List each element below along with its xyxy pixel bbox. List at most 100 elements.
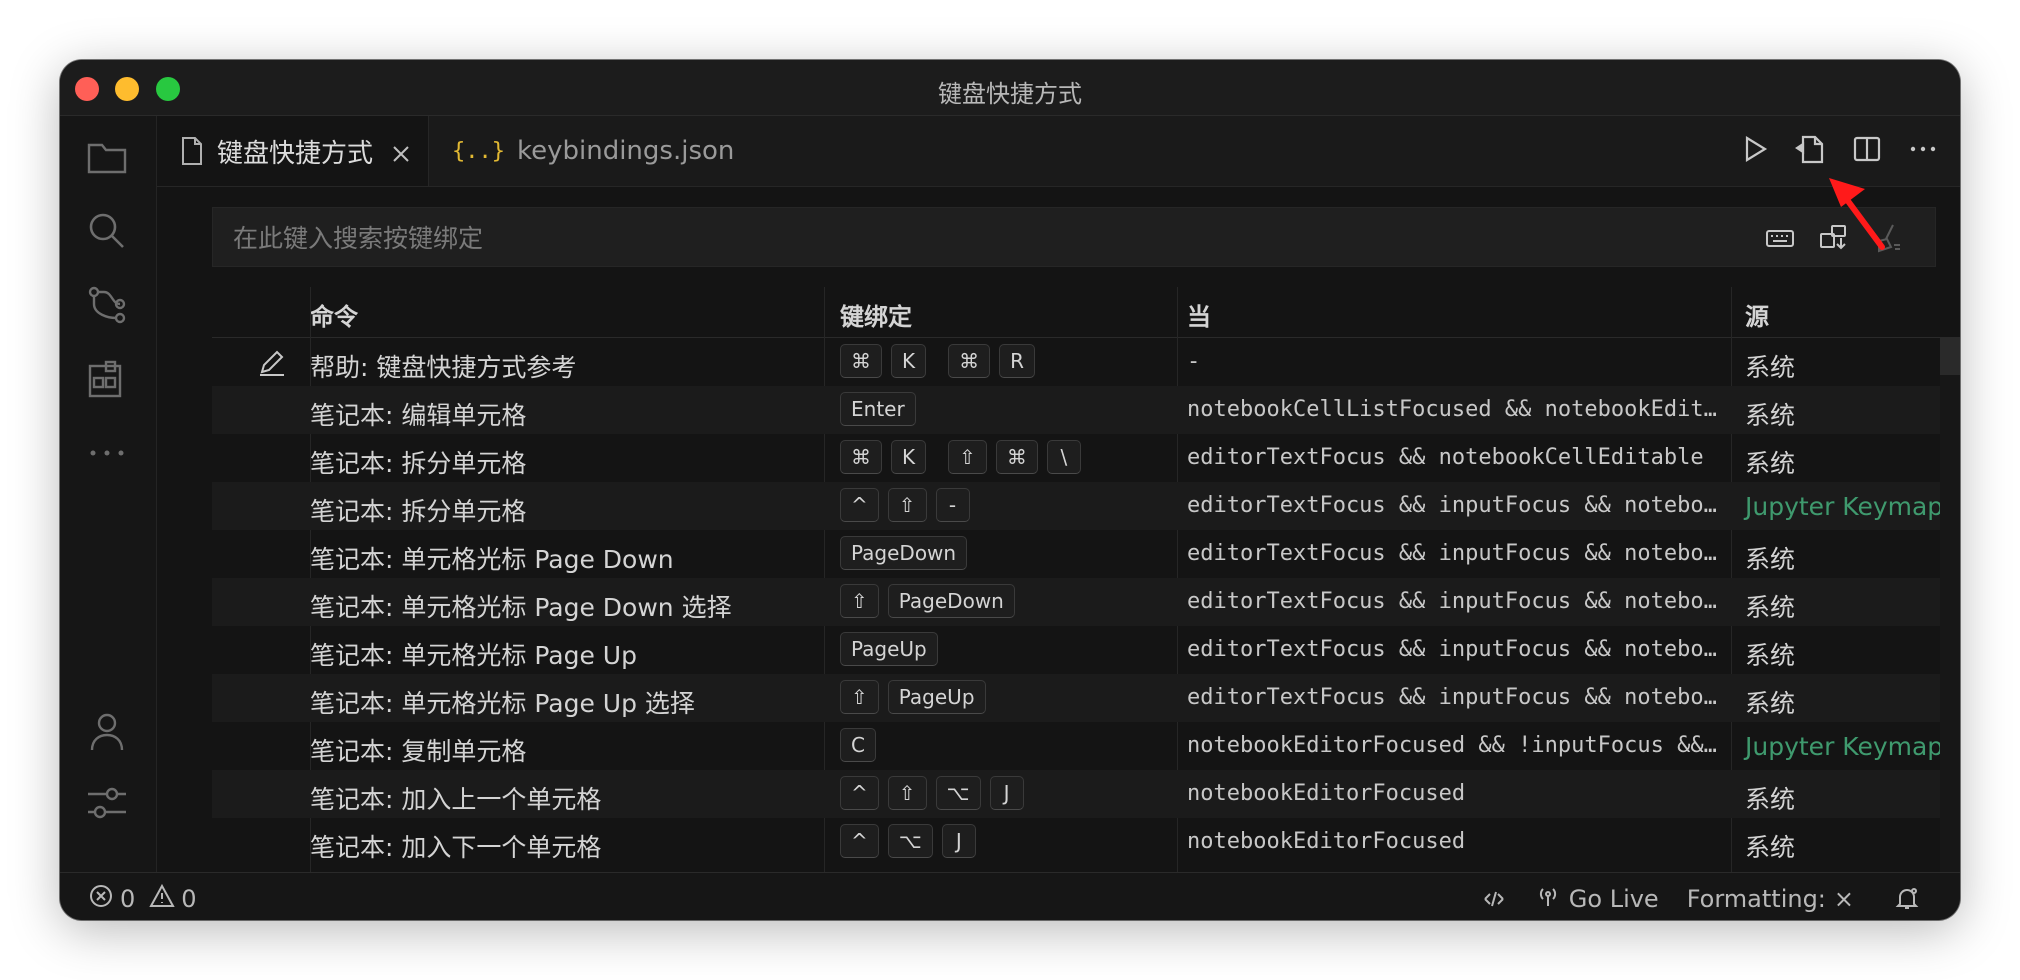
settings-icon[interactable]: [84, 780, 130, 826]
table-row[interactable]: 笔记本: 加入上一个单元格 ^ ⇧ ⌥ JnotebookEditorFocused 系统: [212, 770, 1960, 818]
table-row[interactable]: 笔记本: 单元格光标 Page Up PageUp editorTextFocus …: [212, 626, 1960, 674]
source-control-icon[interactable]: [84, 282, 130, 328]
more-icon[interactable]: [84, 430, 130, 476]
tab-keyboard-shortcuts[interactable]: 键盘快捷方式: [157, 116, 429, 186]
warning-count: 0: [181, 885, 197, 913]
go-live-label: Go Live: [1568, 885, 1659, 913]
keybindings-editor: 命令 键绑定 当 源 帮助: 键盘快捷方式参考⌘K⌘R-系统笔记本: 编辑单元格…: [157, 187, 1960, 872]
key-cap: PageUp: [840, 632, 938, 666]
split-editor-icon[interactable]: [1850, 132, 1884, 166]
more-actions-icon[interactable]: [1906, 132, 1940, 166]
command-cell: 笔记本: 单元格光标 Page Up 选择: [310, 689, 695, 718]
keybindings-table-body: 帮助: 键盘快捷方式参考 ⌘ K ⌘ R - 系统 笔记本: 编辑单元格 Enter notebo…: [212, 338, 1960, 866]
scrollbar-thumb[interactable]: [1940, 337, 1960, 375]
tab-label: 键盘快捷方式: [217, 138, 374, 169]
key-cap: R: [999, 344, 1036, 378]
table-row[interactable]: 笔记本: 单元格光标 Page Down 选择 ⇧ PageDown editorTe…: [212, 578, 1960, 626]
key-cap: ⇧: [840, 680, 879, 714]
keybindings-table-header: 命令 键绑定 当 源: [212, 287, 1960, 338]
run-icon[interactable]: [1738, 132, 1772, 166]
table-row[interactable]: 帮助: 键盘快捷方式参考 ⌘ K ⌘ R - 系统: [212, 338, 1960, 386]
when-cell: notebookCellListFocused && notebookEdito…: [1187, 397, 1727, 422]
key-cap: K: [891, 440, 927, 474]
key-cap: J: [941, 824, 976, 858]
source-cell: 系统: [1745, 689, 1796, 718]
problems-indicator[interactable]: 0 0: [88, 883, 197, 915]
error-count: 0: [120, 885, 136, 913]
editor-actions: [1738, 132, 1940, 166]
key-cap: ⌥: [887, 824, 933, 858]
when-cell: editorTextFocus && notebookCellEditable: [1187, 445, 1704, 470]
source-cell: 系统: [1745, 785, 1796, 814]
key-cap: ⌘: [995, 440, 1038, 474]
activity-bar: [60, 116, 157, 872]
status-bar: 0 0 Go Live Formatting: ×: [60, 872, 1960, 920]
tab-bar: 键盘快捷方式 {..} keybindings.json: [157, 116, 1960, 187]
error-icon: [88, 883, 114, 915]
when-cell: notebookEditorFocused && !inputFocus && …: [1187, 733, 1727, 758]
notifications-bell-icon[interactable]: [1894, 886, 1920, 912]
key-cap: PageDown: [887, 584, 1015, 618]
table-row[interactable]: 笔记本: 单元格光标 Page Up 选择 ⇧ PageUp editorTextFo…: [212, 674, 1960, 722]
keybinding-cell: ⇧ PageDown: [840, 584, 1024, 618]
source-cell: Jupyter Keymap: [1745, 492, 1944, 521]
key-cap: ^: [840, 824, 879, 858]
table-row[interactable]: 笔记本: 复制单元格 CnotebookEditorFocused && !inp…: [212, 722, 1960, 770]
keybinding-cell: ⌘ K ⌘ R: [840, 344, 1044, 378]
annotation-arrow-icon: [1829, 178, 1885, 250]
close-tab-icon[interactable]: [391, 141, 411, 162]
key-cap: PageUp: [887, 680, 986, 714]
table-row[interactable]: 笔记本: 拆分单元格 ⌘ K ⇧ ⌘ \ editorTextFocus && notebo…: [212, 434, 1960, 482]
table-row[interactable]: 笔记本: 拆分单元格 ^ ⇧ - editorTextFocus && inputFoc…: [212, 482, 1960, 530]
file-icon: [179, 136, 205, 166]
when-cell: editorTextFocus && inputFocus && noteboo…: [1187, 493, 1727, 518]
when-cell: editorTextFocus && inputFocus && noteboo…: [1187, 589, 1727, 614]
header-keybinding[interactable]: 键绑定: [840, 297, 912, 332]
open-keybindings-json-icon[interactable]: [1794, 132, 1828, 166]
key-cap: Enter: [840, 392, 916, 426]
remote-sync-icon[interactable]: [1481, 886, 1507, 912]
header-when[interactable]: 当: [1187, 297, 1211, 332]
formatting-state: ×: [1833, 885, 1854, 913]
when-cell: editorTextFocus && inputFocus && noteboo…: [1187, 637, 1727, 662]
table-row[interactable]: 笔记本: 编辑单元格 Enter notebookCellListFocused &…: [212, 386, 1960, 434]
table-row[interactable]: 笔记本: 加入下一个单元格 ^ ⌥ JnotebookEditorFocused 系统: [212, 818, 1960, 866]
keybinding-cell: C: [840, 728, 885, 762]
when-cell: -: [1187, 349, 1201, 374]
command-cell: 笔记本: 单元格光标 Page Down 选择: [310, 593, 732, 622]
broadcast-icon: [1535, 883, 1561, 915]
extensions-icon[interactable]: [84, 356, 130, 402]
command-cell: 笔记本: 单元格光标 Page Down: [310, 545, 674, 574]
formatting-status[interactable]: Formatting: ×: [1687, 885, 1854, 913]
edit-keybinding-icon[interactable]: [256, 346, 288, 378]
key-cap: ^: [840, 776, 879, 810]
vertical-scrollbar[interactable]: [1940, 337, 1960, 872]
source-cell: 系统: [1745, 545, 1796, 574]
table-row[interactable]: 笔记本: 单元格光标 Page Down PageDown editorTextFo…: [212, 530, 1960, 578]
source-cell: 系统: [1745, 401, 1796, 430]
key-cap: ⌘: [948, 344, 991, 378]
keyboard-icon[interactable]: [1763, 221, 1797, 259]
keybinding-search-input[interactable]: [231, 208, 1435, 268]
key-cap: PageDown: [840, 536, 968, 570]
header-command[interactable]: 命令: [310, 297, 358, 332]
explorer-icon[interactable]: [84, 134, 130, 180]
key-cap: ⇧: [887, 488, 927, 522]
key-cap: -: [935, 488, 970, 522]
search-icon[interactable]: [84, 208, 130, 254]
source-cell: 系统: [1745, 353, 1796, 382]
key-cap: ⇧: [948, 440, 987, 474]
header-source[interactable]: 源: [1745, 297, 1769, 332]
key-cap: C: [840, 728, 876, 762]
go-live-button[interactable]: Go Live: [1535, 883, 1659, 915]
key-cap: ⇧: [840, 584, 879, 618]
account-icon[interactable]: [84, 708, 130, 754]
command-cell: 笔记本: 单元格光标 Page Up: [310, 641, 637, 670]
formatting-label: Formatting:: [1686, 885, 1826, 913]
command-cell: 笔记本: 复制单元格: [310, 737, 527, 766]
tab-keybindings-json[interactable]: {..} keybindings.json: [430, 116, 750, 186]
keybinding-cell: ⇧ PageUp: [840, 680, 995, 714]
keybinding-cell: PageUp: [840, 632, 947, 666]
keybinding-cell: Enter: [840, 392, 925, 426]
key-cap: ⌘: [840, 440, 882, 474]
